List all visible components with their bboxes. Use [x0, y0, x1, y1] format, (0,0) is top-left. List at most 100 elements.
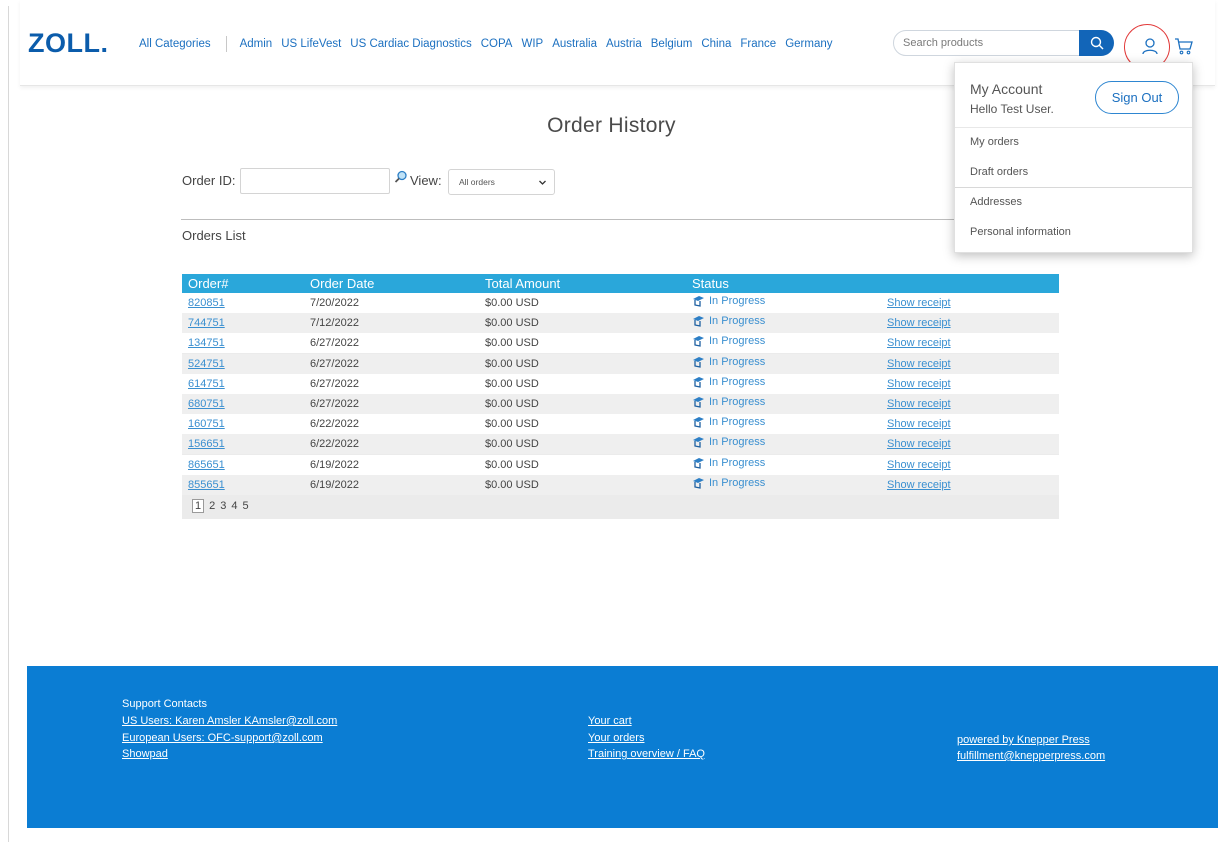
search-icon — [1090, 36, 1103, 50]
status-icon — [693, 437, 704, 449]
nav-austria[interactable]: Austria — [606, 38, 642, 50]
order-amount: $0.00 USD — [485, 478, 539, 491]
table-row: 160751 6/22/2022 $0.00 USD In Progress Show … — [182, 414, 1059, 435]
order-search-button[interactable] — [394, 170, 408, 184]
order-id-link[interactable]: 680751 — [188, 398, 225, 410]
order-date: 7/20/2022 — [310, 297, 359, 309]
status-icon — [693, 356, 704, 368]
order-amount: $0.00 USD — [485, 377, 539, 390]
order-id-link[interactable]: 134751 — [188, 337, 225, 349]
status-icon — [693, 316, 704, 327]
table-row: 524751 6/27/2022 $0.00 USD In Progress Show … — [182, 353, 1059, 374]
your-orders-link[interactable]: Your orders — [588, 732, 644, 744]
status-icon — [693, 397, 704, 408]
order-id-link[interactable]: 820851 — [188, 297, 225, 309]
zoll-logo[interactable]: ZOLL. — [28, 28, 109, 59]
status-text: In Progress — [709, 396, 766, 408]
magnifier-icon — [394, 170, 407, 183]
view-select[interactable]: All orders — [448, 169, 555, 195]
order-date: 6/27/2022 — [310, 357, 359, 370]
order-id-link[interactable]: 744751 — [188, 317, 225, 329]
nav-china[interactable]: China — [701, 38, 731, 50]
order-date: 6/27/2022 — [310, 377, 359, 390]
show-receipt-link[interactable]: Show receipt — [887, 418, 951, 430]
nav-germany[interactable]: Germany — [785, 38, 832, 50]
powered-by-link[interactable]: powered by Knepper Press — [957, 734, 1090, 746]
show-receipt-link[interactable]: Show receipt — [887, 337, 951, 349]
orders-table: Order# Order Date Total Amount Status 82… — [182, 274, 1059, 519]
nav-all-categories[interactable]: All Categories — [139, 38, 211, 50]
order-status: In Progress — [692, 477, 765, 489]
status-text: In Progress — [709, 456, 766, 469]
order-amount: $0.00 USD — [485, 418, 539, 431]
nav-belgium[interactable]: Belgium — [651, 38, 693, 50]
showpad-link[interactable]: Showpad — [122, 748, 168, 760]
table-row: 614751 6/27/2022 $0.00 USD In Progress Show … — [182, 373, 1059, 394]
column-header-order: Order# — [188, 276, 229, 291]
order-id-link[interactable]: 156651 — [188, 438, 225, 450]
order-date: 7/12/2022 — [310, 317, 359, 330]
menu-item-my-orders[interactable]: My orders — [970, 136, 1019, 148]
menu-item-addresses[interactable]: Addresses — [970, 196, 1022, 208]
status-icon — [693, 417, 704, 428]
page-1[interactable]: 1 — [192, 499, 205, 513]
show-receipt-link[interactable]: Show receipt — [887, 459, 951, 471]
eu-users-link[interactable]: European Users: OFC-support@zoll.com — [122, 732, 323, 744]
sign-out-button[interactable]: Sign Out — [1095, 81, 1179, 114]
us-users-link[interactable]: US Users: Karen Amsler KAmsler@zoll.com — [122, 715, 337, 727]
order-date: 6/22/2022 — [310, 438, 359, 451]
site-footer: Support Contacts US Users: Karen Amsler … — [27, 666, 1218, 828]
order-date: 6/19/2022 — [310, 478, 359, 491]
show-receipt-link[interactable]: Show receipt — [887, 297, 951, 309]
nav-copa[interactable]: COPA — [481, 38, 513, 50]
show-receipt-link[interactable]: Show receipt — [887, 438, 951, 450]
page-4[interactable]: 4 — [231, 500, 237, 512]
status-icon — [693, 336, 704, 348]
order-status: In Progress — [692, 376, 765, 388]
order-status: In Progress — [692, 396, 765, 408]
order-amount: $0.00 USD — [485, 438, 539, 451]
nav-admin[interactable]: Admin — [240, 38, 273, 50]
search-button[interactable] — [1079, 30, 1114, 56]
show-receipt-link[interactable]: Show receipt — [887, 317, 951, 329]
nav-us-lifevest[interactable]: US LifeVest — [281, 38, 341, 50]
nav-wip[interactable]: WIP — [521, 38, 543, 50]
cart-icon — [1175, 38, 1193, 55]
main-nav: All Categories Admin US LifeVest US Card… — [139, 36, 841, 52]
menu-item-draft-orders[interactable]: Draft orders — [970, 166, 1028, 178]
page-3[interactable]: 3 — [220, 500, 226, 512]
order-id-link[interactable]: 524751 — [188, 358, 225, 370]
order-id-link[interactable]: 855651 — [188, 479, 225, 491]
search-input[interactable] — [903, 37, 1073, 49]
nav-australia[interactable]: Australia — [552, 38, 597, 50]
fulfillment-email-link[interactable]: fulfillment@knepperpress.com — [957, 750, 1105, 762]
cart-button[interactable] — [1174, 36, 1194, 56]
order-status: In Progress — [692, 416, 765, 428]
order-id-link[interactable]: 160751 — [188, 418, 225, 430]
order-status: In Progress — [692, 356, 765, 368]
order-id-input[interactable] — [240, 168, 390, 194]
nav-us-cardiac-diagnostics[interactable]: US Cardiac Diagnostics — [350, 38, 471, 50]
show-receipt-link[interactable]: Show receipt — [887, 398, 951, 410]
menu-item-personal-information[interactable]: Personal information — [970, 226, 1071, 238]
status-text: In Progress — [709, 295, 766, 307]
support-title: Support Contacts — [122, 698, 207, 710]
your-cart-link[interactable]: Your cart — [588, 715, 632, 727]
training-link[interactable]: Training overview / FAQ — [588, 748, 705, 760]
order-date: 6/27/2022 — [310, 398, 359, 410]
page-2[interactable]: 2 — [209, 500, 215, 512]
show-receipt-link[interactable]: Show receipt — [887, 479, 951, 491]
column-header-date: Order Date — [310, 276, 375, 291]
show-receipt-link[interactable]: Show receipt — [887, 378, 951, 390]
order-id-link[interactable]: 614751 — [188, 378, 225, 390]
chevron-down-icon — [539, 180, 546, 185]
table-header: Order# Order Date Total Amount Status — [182, 274, 1059, 293]
column-header-status: Status — [692, 276, 729, 291]
show-receipt-link[interactable]: Show receipt — [887, 358, 951, 370]
page-5[interactable]: 5 — [243, 500, 249, 512]
status-text: In Progress — [709, 436, 766, 449]
status-text: In Progress — [709, 416, 766, 429]
nav-france[interactable]: France — [740, 38, 776, 50]
status-text: In Progress — [709, 355, 766, 368]
order-id-link[interactable]: 865651 — [188, 459, 225, 471]
